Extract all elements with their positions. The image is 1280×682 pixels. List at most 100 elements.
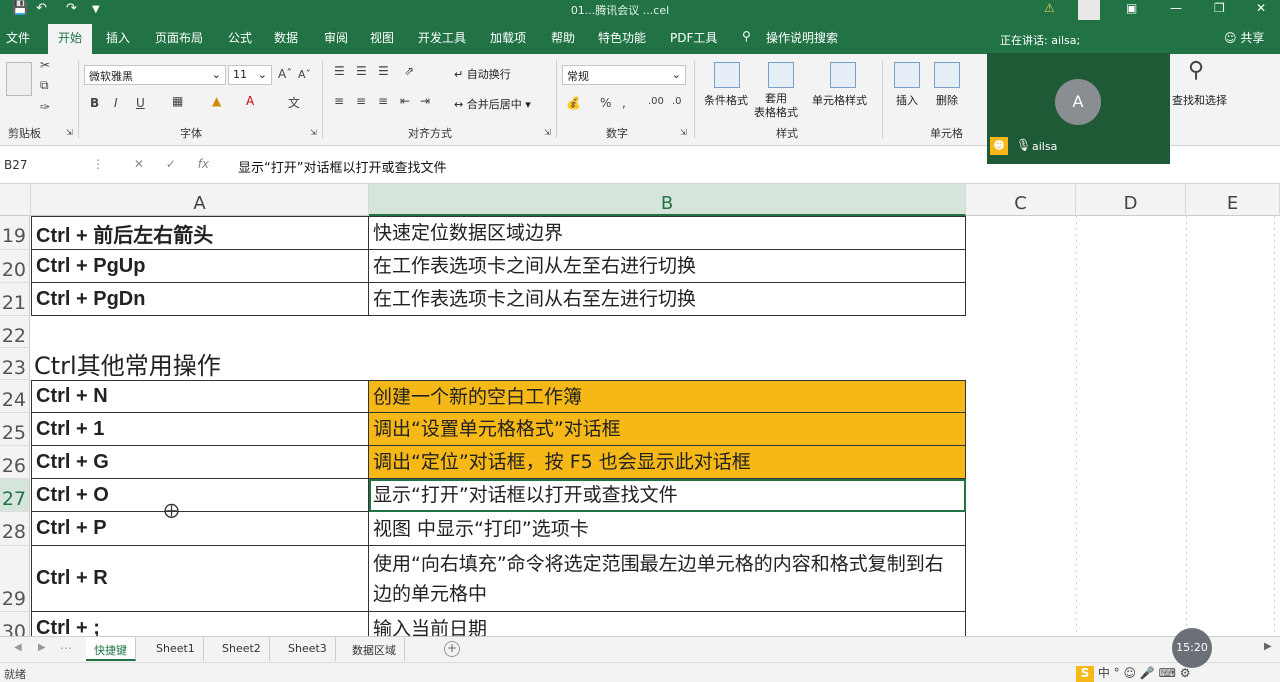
shortcut-cell[interactable]: Ctrl + G (31, 446, 369, 479)
shortcut-cell[interactable]: Ctrl + P (31, 512, 369, 546)
align-right-icon[interactable]: ≡ (378, 94, 388, 108)
font-color-icon[interactable]: A (246, 94, 254, 108)
row-header[interactable]: 20 (0, 250, 30, 283)
conditional-format-button[interactable]: 条件格式 (704, 92, 748, 108)
punctuation-icon[interactable]: ° (1114, 666, 1120, 680)
name-box[interactable]: B27 (0, 156, 78, 176)
row-header[interactable]: 26 (0, 446, 30, 479)
description-cell[interactable]: 调出“定位”对话框，按 F5 也会显示此对话框 (369, 446, 966, 479)
align-bottom-icon[interactable]: ☰ (378, 64, 389, 78)
save-icon[interactable]: 💾 (12, 1, 28, 16)
ime-mode[interactable]: 中 (1098, 666, 1110, 680)
font-launcher-icon[interactable]: ⇲ (310, 128, 317, 137)
shortcut-cell[interactable]: Ctrl + 前后左右箭头 (31, 216, 369, 250)
row-header[interactable]: 27 (0, 479, 30, 512)
copy-icon[interactable]: ⧉ (40, 78, 49, 93)
comma-style-icon[interactable]: , (622, 96, 626, 110)
description-cell[interactable]: 使用“向右填充”命令将选定范围最左边单元格的内容和格式复制到右边的单元格中 (369, 546, 966, 612)
tab-insert[interactable]: 插入 (106, 29, 130, 46)
column-header-a[interactable]: A (31, 184, 369, 216)
keyboard-icon[interactable]: ⌨ (1159, 666, 1176, 680)
row-header[interactable]: 21 (0, 283, 30, 316)
italic-icon[interactable]: I (114, 96, 118, 110)
description-cell[interactable]: 视图 中显示“打印”选项卡 (369, 512, 966, 546)
description-cell[interactable]: 在工作表选项卡之间从右至左进行切换 (369, 283, 966, 316)
underline-icon[interactable]: U (136, 96, 145, 110)
fill-color-icon[interactable]: ▲ (212, 94, 221, 108)
select-all-corner[interactable] (0, 184, 31, 216)
column-header-d[interactable]: D (1076, 184, 1186, 216)
row-header[interactable]: 24 (0, 380, 30, 413)
format-painter-icon[interactable]: ✑ (40, 100, 50, 114)
column-header-c[interactable]: C (966, 184, 1076, 216)
decrease-font-icon[interactable]: Aˇ (298, 68, 311, 81)
row-header[interactable]: 23 (0, 348, 30, 380)
insert-cells-button[interactable]: 插入 (896, 92, 918, 108)
align-center-icon[interactable]: ≡ (356, 94, 366, 108)
clipboard-launcher-icon[interactable]: ⇲ (66, 128, 73, 137)
sheet-tab[interactable]: Sheet3 (280, 637, 336, 661)
tell-me-search[interactable]: 操作说明搜索 (766, 29, 838, 46)
paste-icon[interactable] (6, 62, 32, 96)
cut-icon[interactable]: ✂ (40, 58, 50, 72)
microphone-icon[interactable]: 🎙 (1016, 138, 1031, 152)
delete-cells-button[interactable]: 删除 (936, 92, 958, 108)
insert-function-icon[interactable]: fx (198, 157, 209, 171)
cancel-icon[interactable]: ✕ (134, 157, 144, 171)
tab-developer[interactable]: 开发工具 (418, 29, 466, 46)
section-heading[interactable]: Ctrl其他常用操作 (34, 346, 221, 381)
sheet-tab[interactable]: Sheet2 (214, 637, 270, 661)
meeting-video-panel[interactable]: A ☻ 🎙 ailsa (987, 53, 1170, 164)
more-icon[interactable]: ⋮ (92, 157, 104, 171)
number-format-select[interactable]: 常规 ⌄ (562, 65, 686, 85)
tab-review[interactable]: 审阅 (324, 29, 348, 46)
undo-icon[interactable]: ↶ (36, 1, 47, 16)
scroll-left-icon[interactable]: ◀ (14, 642, 22, 653)
cell-styles-button[interactable]: 单元格样式 (812, 92, 867, 108)
tab-view[interactable]: 视图 (370, 29, 394, 46)
microphone-icon[interactable]: 🎤 (1140, 666, 1155, 680)
row-header[interactable]: 22 (0, 316, 30, 348)
sogou-icon[interactable]: S (1076, 666, 1094, 682)
shortcut-cell[interactable]: Ctrl + 1 (31, 413, 369, 446)
account-avatar[interactable] (1078, 0, 1100, 20)
share-button[interactable]: ☺ 共享 (1224, 29, 1264, 46)
redo-icon[interactable]: ↷ (66, 1, 77, 16)
decrease-decimal-icon[interactable]: .0 (672, 96, 682, 107)
emoji-icon[interactable]: ☺ (1124, 666, 1137, 680)
restore-icon[interactable]: ❐ (1214, 1, 1225, 15)
sheet-tab[interactable]: Sheet1 (148, 637, 204, 661)
minimize-icon[interactable]: — (1170, 1, 1182, 15)
find-select-button[interactable]: 查找和选择 (1172, 92, 1227, 108)
wrap-text-button[interactable]: ↵ 自动换行 (454, 66, 511, 82)
row-header[interactable]: 30 (0, 612, 30, 636)
tab-home[interactable]: 开始 (48, 24, 93, 54)
description-cell[interactable]: 在工作表选项卡之间从左至右进行切换 (369, 250, 966, 283)
alignment-launcher-icon[interactable]: ⇲ (544, 128, 551, 137)
tab-file[interactable]: 文件 (6, 29, 30, 46)
tab-page-layout[interactable]: 页面布局 (155, 29, 203, 46)
tab-formulas[interactable]: 公式 (228, 29, 252, 46)
description-cell[interactable]: 快速定位数据区域边界 (369, 216, 966, 250)
shortcut-cell[interactable]: Ctrl + O (31, 479, 369, 512)
enter-icon[interactable]: ✓ (166, 157, 176, 171)
merge-center-button[interactable]: ↔ 合并后居中 ▾ (454, 96, 531, 112)
align-top-icon[interactable]: ☰ (334, 64, 345, 78)
orientation-icon[interactable]: ⇗ (404, 64, 414, 78)
borders-icon[interactable]: ▦ (172, 94, 183, 108)
align-middle-icon[interactable]: ☰ (356, 64, 367, 78)
shortcut-cell[interactable]: Ctrl + PgUp (31, 250, 369, 283)
decrease-indent-icon[interactable]: ⇤ (400, 94, 410, 108)
description-cell[interactable]: 调出“设置单元格格式”对话框 (369, 413, 966, 446)
warning-icon[interactable]: ⚠ (1044, 1, 1055, 15)
sheet-tab[interactable]: 快捷键 (86, 637, 136, 661)
add-sheet-icon[interactable]: + (444, 641, 460, 657)
scroll-right-icon[interactable]: ▶ (1264, 641, 1272, 652)
align-left-icon[interactable]: ≡ (334, 94, 344, 108)
format-as-table-button[interactable]: 套用 表格格式 (754, 92, 798, 120)
shortcut-cell[interactable]: Ctrl + ; (31, 612, 369, 636)
shortcut-cell[interactable]: Ctrl + R (31, 546, 369, 612)
settings-icon[interactable]: ⚙ (1180, 666, 1191, 680)
column-header-b[interactable]: B (369, 184, 966, 216)
scroll-right-icon[interactable]: ▶ (38, 642, 46, 653)
